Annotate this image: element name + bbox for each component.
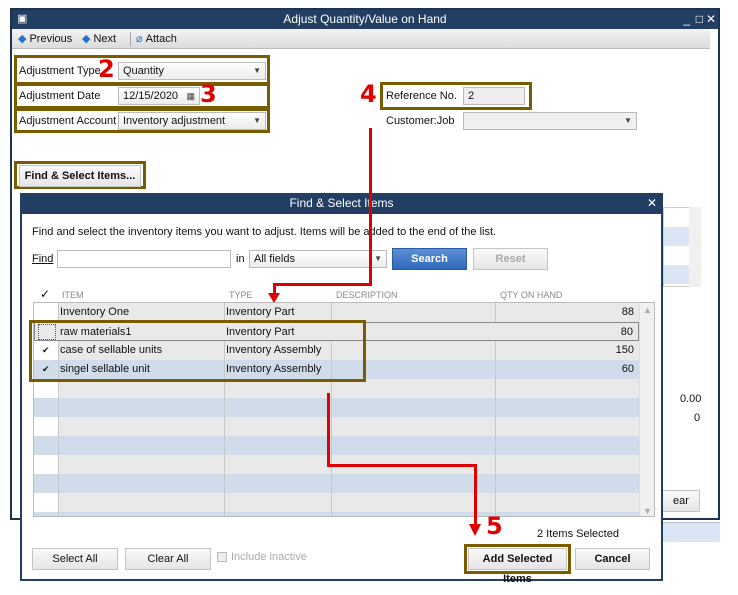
total-qty: 0 [694, 412, 701, 424]
adjustment-type-select[interactable]: Quantity ▼ [118, 62, 266, 80]
search-field-select[interactable]: All fields ▼ [249, 250, 387, 268]
in-label: in [236, 253, 245, 265]
total-value: 0.00 [680, 393, 702, 405]
item-qty: 150 [615, 344, 634, 356]
include-inactive-checkbox[interactable] [217, 552, 227, 562]
adjustment-date-value: 12/15/2020 [123, 90, 179, 102]
reset-button[interactable]: Reset [473, 248, 548, 270]
step-5-marker: 5 [486, 512, 503, 540]
adjustment-account-value: Inventory adjustment [123, 115, 226, 127]
item-qty: 60 [621, 363, 634, 375]
search-button[interactable]: Search [392, 248, 467, 270]
add-selected-items-button[interactable]: Add Selected Items [468, 548, 567, 585]
dialog-close-icon[interactable]: ✕ [647, 193, 657, 214]
grid-scrollbar[interactable]: ▲ ▼ [639, 303, 654, 516]
select-all-button[interactable]: Select All [32, 548, 118, 570]
window-titlebar: ▣ Adjust Quantity/Value on Hand _ □ ✕ [12, 10, 718, 29]
arrow-line [369, 128, 372, 285]
reference-value: 2 [468, 90, 475, 102]
chevron-down-icon: ▼ [374, 254, 382, 263]
toolbar-divider [130, 32, 131, 46]
next-label: Next [93, 32, 117, 45]
scroll-down-icon[interactable]: ▼ [643, 506, 652, 516]
clear-button-background[interactable]: ear [662, 490, 700, 512]
arrow-left-icon: ◆ [18, 33, 27, 45]
reference-field[interactable]: 2 [463, 87, 525, 105]
step-4-marker: 4 [360, 80, 377, 108]
previous-label: Previous [29, 32, 73, 45]
adjustment-date-label: Adjustment Date [19, 90, 101, 102]
selected-count: 2 Items Selected [537, 528, 619, 540]
background-footer [663, 522, 720, 542]
step-2-marker: 2 [98, 55, 115, 83]
adjustment-type-label: Adjustment Type [19, 65, 101, 77]
arrow-line [474, 464, 477, 526]
arrow-head-icon [469, 524, 481, 536]
step-3-marker: 3 [200, 80, 217, 108]
adjustment-date-field[interactable]: 12/15/2020 ▦ [118, 87, 200, 105]
find-label: Find [32, 253, 54, 265]
item-qty: 88 [621, 306, 634, 318]
adjustment-type-value: Quantity [123, 65, 164, 77]
reference-label: Reference No. [386, 90, 457, 102]
column-type[interactable]: TYPE [229, 290, 253, 300]
customer-job-select[interactable]: ▼ [463, 112, 637, 130]
item-qty: 80 [620, 326, 633, 338]
search-field-value: All fields [254, 253, 295, 265]
column-description[interactable]: DESCRIPTION [336, 290, 398, 300]
arrow-line [273, 283, 372, 286]
column-item[interactable]: ITEM [62, 290, 84, 300]
attach-button[interactable]: ⌀ Attach [136, 32, 177, 46]
previous-button[interactable]: ◆ Previous [18, 32, 73, 46]
minimize-button[interactable]: _ [683, 10, 690, 29]
attach-label: Attach [145, 32, 177, 45]
select-all-check-icon[interactable]: ✓ [40, 287, 50, 301]
dialog-instructions: Find and select the inventory items you … [32, 226, 497, 238]
next-button[interactable]: ◆ Next [82, 32, 117, 46]
customer-job-label: Customer:Job [386, 115, 455, 127]
find-select-items-button[interactable]: Find & Select Items... [19, 165, 141, 187]
system-menu-icon[interactable]: ▣ [17, 10, 27, 29]
chevron-down-icon: ▼ [253, 116, 261, 125]
arrow-line [327, 464, 477, 467]
clear-all-button[interactable]: Clear All [125, 548, 211, 570]
cancel-button[interactable]: Cancel [575, 548, 650, 570]
highlight-selected-rows [29, 320, 366, 382]
find-input[interactable] [57, 250, 231, 268]
arrow-head-icon [268, 293, 280, 303]
maximize-button[interactable]: □ [696, 10, 703, 29]
toolbar: ◆ Previous ◆ Next ⌀ Attach [12, 29, 710, 49]
paperclip-icon: ⌀ [136, 33, 143, 45]
close-button[interactable]: ✕ [706, 10, 716, 29]
calendar-icon[interactable]: ▦ [186, 88, 195, 104]
column-qty[interactable]: QTY ON HAND [500, 290, 562, 300]
background-scrollbar[interactable] [689, 207, 701, 287]
chevron-down-icon: ▼ [624, 116, 632, 125]
adjustment-account-select[interactable]: Inventory adjustment ▼ [118, 112, 266, 130]
arrow-right-icon: ◆ [82, 33, 91, 45]
chevron-down-icon: ▼ [253, 66, 261, 75]
dialog-title: Find & Select Items [289, 196, 394, 210]
scroll-up-icon[interactable]: ▲ [643, 305, 652, 315]
window-title: Adjust Quantity/Value on Hand [283, 12, 447, 26]
adjustment-account-label: Adjustment Account [19, 115, 117, 127]
include-inactive-label: Include inactive [231, 551, 307, 563]
dialog-titlebar: Find & Select Items ✕ [20, 193, 663, 214]
arrow-line [327, 393, 330, 466]
